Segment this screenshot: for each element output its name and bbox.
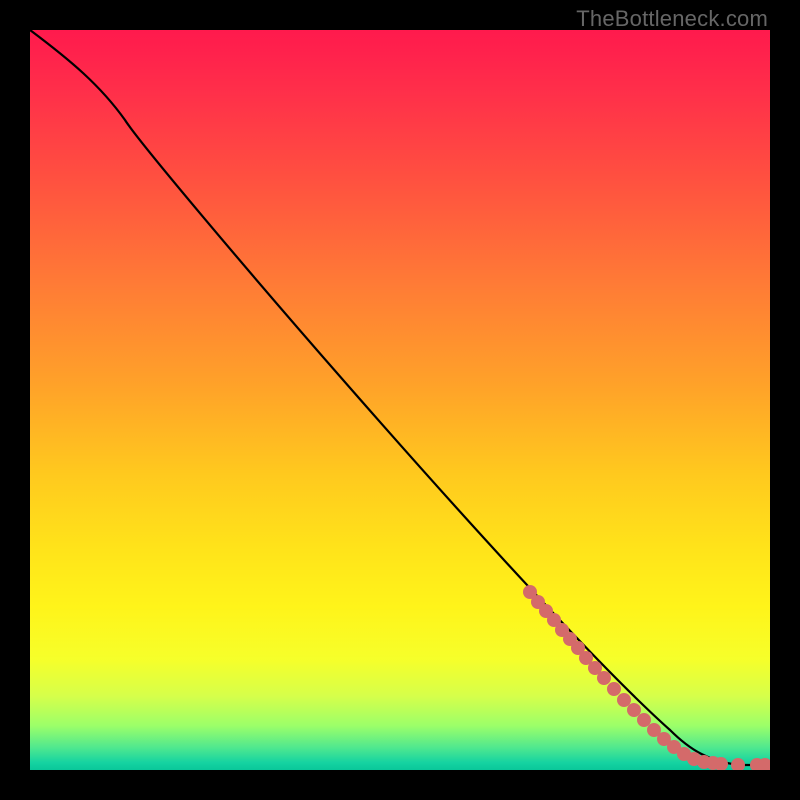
curve-layer bbox=[30, 30, 770, 770]
watermark-text: TheBottleneck.com bbox=[576, 6, 768, 32]
plot-area bbox=[30, 30, 770, 770]
main-curve bbox=[30, 30, 770, 765]
scatter-dots bbox=[523, 585, 770, 770]
chart-frame: TheBottleneck.com bbox=[0, 0, 800, 800]
